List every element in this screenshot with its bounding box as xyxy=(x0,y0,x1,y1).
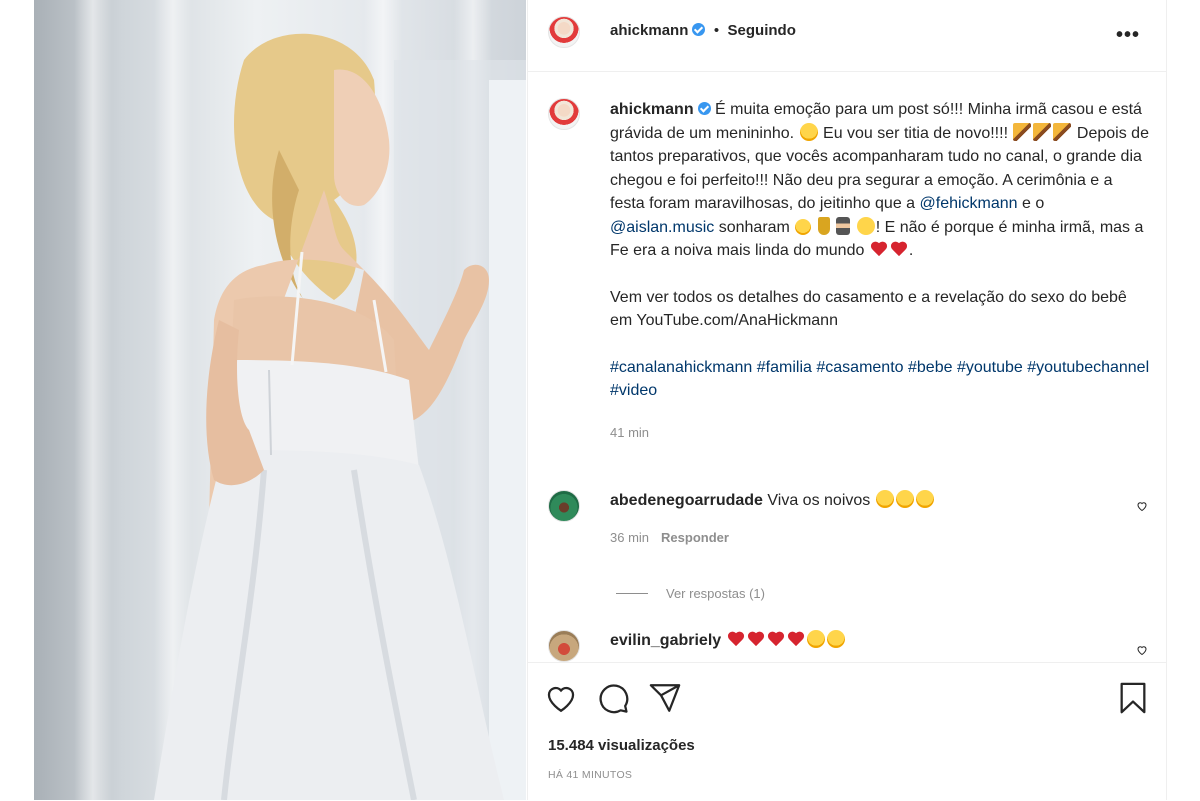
view-replies-button[interactable]: Ver respostas (1) xyxy=(616,586,765,601)
hashtag-link[interactable]: #casamento xyxy=(816,359,903,376)
like-icon[interactable] xyxy=(544,681,578,715)
hashtag-link[interactable]: #familia xyxy=(757,359,812,376)
verified-icon xyxy=(697,102,711,115)
party-popper-icon xyxy=(1033,122,1052,141)
view-replies-label: Ver respostas (1) xyxy=(666,586,765,601)
caption-part: Eu vou ser titia de novo!!!! xyxy=(823,124,1009,142)
commenter-username[interactable]: abedenegoarrudade xyxy=(610,492,763,509)
header-user-line: ahickmann • Seguindo xyxy=(610,22,796,40)
hashtag-link[interactable]: #bebe xyxy=(908,359,953,376)
post-photo[interactable] xyxy=(34,0,526,800)
post-details-panel: ahickmann • Seguindo ••• ahickmann É mui… xyxy=(527,0,1167,800)
caption-paragraph: Vem ver todos os detalhes do casamento e… xyxy=(610,288,1127,330)
follow-status-button[interactable]: Seguindo xyxy=(728,22,796,39)
author-username[interactable]: ahickmann xyxy=(610,22,688,39)
mention-link[interactable]: @fehickmann xyxy=(920,195,1018,212)
post-actions: 15.484 visualizações HÁ 41 MINUTOS xyxy=(528,662,1166,801)
heart-eyes-icon xyxy=(895,490,914,508)
commenter-username[interactable]: evilin_gabriely xyxy=(610,632,721,649)
groom-icon xyxy=(836,216,851,235)
commenter-avatar[interactable] xyxy=(548,490,580,522)
comment-meta: 36 min Responder xyxy=(610,530,729,545)
heart-eyes-icon xyxy=(875,490,894,508)
caption-text: ahickmann É muita emoção para um post só… xyxy=(610,98,1150,444)
comments-scroll-area[interactable]: ahickmann É muita emoção para um post só… xyxy=(528,72,1166,662)
red-heart-icon xyxy=(727,630,745,648)
bride-icon xyxy=(856,216,875,235)
caption-part: sonharam xyxy=(714,218,790,236)
comment-body: Viva os noivos xyxy=(767,492,871,509)
replies-line xyxy=(616,593,648,594)
bride-figure xyxy=(154,33,526,800)
caption-part: . xyxy=(908,242,914,259)
smiling-face-icon xyxy=(799,122,818,141)
comment-text: abedenegoarrudade Viva os noivos xyxy=(610,490,935,512)
red-heart-icon xyxy=(747,630,765,648)
heart-eyes-icon xyxy=(826,630,845,648)
pray-icon xyxy=(795,218,812,235)
party-popper-icon xyxy=(1013,122,1032,141)
hashtag-link[interactable]: #youtube xyxy=(957,359,1023,376)
view-count[interactable]: 15.484 visualizações xyxy=(548,737,695,754)
caption-part: e o xyxy=(1017,195,1045,212)
comment-text: evilin_gabriely xyxy=(610,630,846,652)
caption-username[interactable]: ahickmann xyxy=(610,101,694,118)
red-heart-icon xyxy=(890,240,908,258)
red-heart-icon xyxy=(767,630,785,648)
heart-small-icon[interactable] xyxy=(1136,644,1148,656)
caption-author-avatar[interactable] xyxy=(548,98,580,130)
caption-time[interactable]: 41 min xyxy=(610,421,1150,445)
heart-small-icon[interactable] xyxy=(1136,500,1148,512)
comment-icon[interactable] xyxy=(596,681,630,715)
hashtag-link[interactable]: #canalanahickmann xyxy=(610,359,752,376)
more-options-button[interactable]: ••• xyxy=(1116,24,1140,47)
comment-time[interactable]: 36 min xyxy=(610,530,649,545)
hashtag-link[interactable]: #video xyxy=(610,382,657,399)
mention-link[interactable]: @aislan.music xyxy=(610,219,714,236)
verified-icon xyxy=(692,23,706,36)
reply-button[interactable]: Responder xyxy=(661,530,729,545)
party-popper-icon xyxy=(1053,122,1072,141)
heart-eyes-icon xyxy=(806,630,825,648)
hashtags: #canalanahickmann #familia #casamento #b… xyxy=(610,356,1150,403)
hashtag-link[interactable]: #youtubechannel xyxy=(1027,359,1149,376)
save-icon[interactable] xyxy=(1116,681,1150,715)
post-timestamp[interactable]: HÁ 41 MINUTOS xyxy=(548,769,632,781)
post-header: ahickmann • Seguindo ••• xyxy=(528,0,1166,72)
red-heart-icon xyxy=(787,630,805,648)
trophy-icon xyxy=(817,216,830,235)
author-avatar[interactable] xyxy=(548,16,580,48)
commenter-avatar[interactable] xyxy=(548,630,580,662)
red-heart-icon xyxy=(870,240,888,258)
separator-dot: • xyxy=(713,22,720,39)
heart-eyes-icon xyxy=(915,490,934,508)
share-icon[interactable] xyxy=(648,681,682,715)
